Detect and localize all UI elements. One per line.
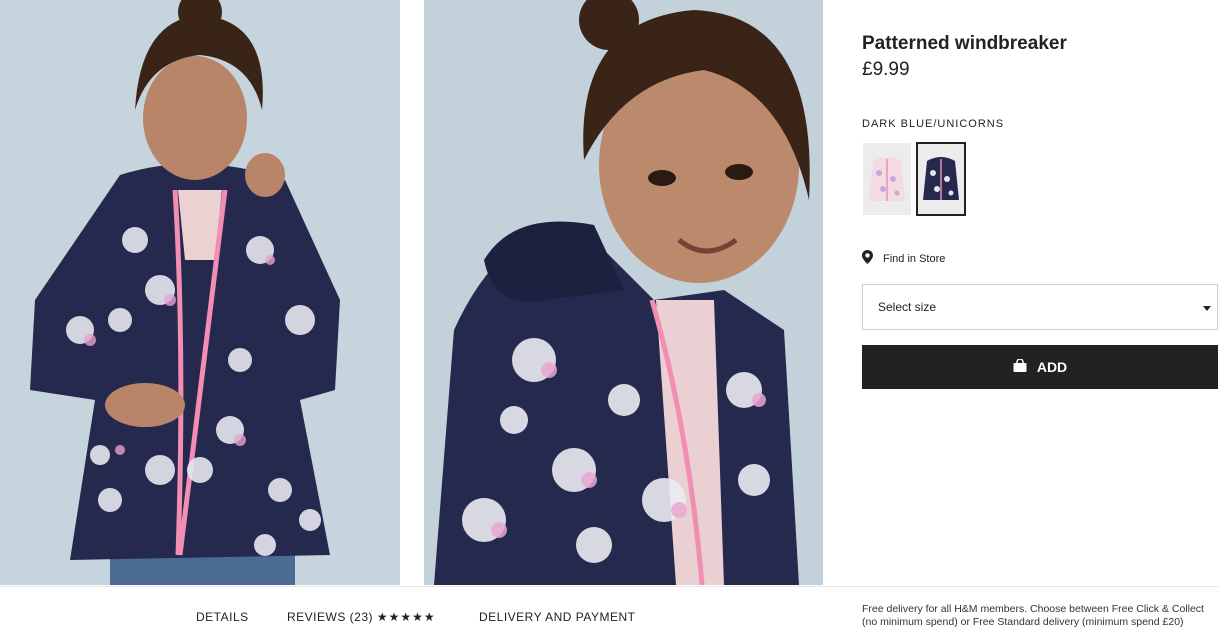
color-label: DARK BLUE/UNICORNS: [862, 118, 1005, 130]
rating-stars: ★★★★★: [376, 610, 436, 624]
product-tabs-bar: DETAILS REVIEWS (23) ★★★★★ DELIVERY AND …: [0, 586, 1218, 629]
product-info-panel: Patterned windbreaker £9.99 DARK BLUE/UN…: [862, 32, 1218, 389]
shopping-bag-icon: [1013, 358, 1027, 375]
product-image-main[interactable]: [0, 0, 400, 585]
add-to-bag-button[interactable]: ADD: [862, 345, 1218, 389]
size-select-placeholder: Select size: [878, 300, 937, 314]
delivery-note-line1: Free delivery for all H&M members. Choos…: [862, 603, 1204, 615]
swatch-light-pink[interactable]: [862, 142, 912, 216]
swatch-dark-blue[interactable]: [916, 142, 966, 216]
product-title: Patterned windbreaker: [862, 33, 1067, 54]
tab-delivery-payment[interactable]: DELIVERY AND PAYMENT: [479, 610, 636, 624]
find-in-store-label: Find in Store: [883, 252, 946, 265]
caret-down-icon: [1203, 300, 1211, 314]
tab-details[interactable]: DETAILS: [196, 610, 249, 624]
add-button-label: ADD: [1036, 359, 1068, 375]
size-select[interactable]: Select size: [862, 284, 1218, 330]
product-price: £9.99: [862, 59, 910, 80]
tab-reviews[interactable]: REVIEWS (23) ★★★★★: [287, 610, 436, 624]
product-image-closeup[interactable]: [424, 0, 823, 585]
location-pin-icon: [862, 250, 873, 267]
tab-reviews-label: REVIEWS (23): [287, 610, 374, 624]
find-in-store-link[interactable]: Find in Store: [862, 250, 945, 267]
delivery-note: Free delivery for all H&M members. Choos…: [862, 603, 1218, 629]
delivery-note-line2: (no minimum spend) or Free Standard deli…: [862, 616, 1184, 628]
color-swatches: [862, 142, 966, 216]
